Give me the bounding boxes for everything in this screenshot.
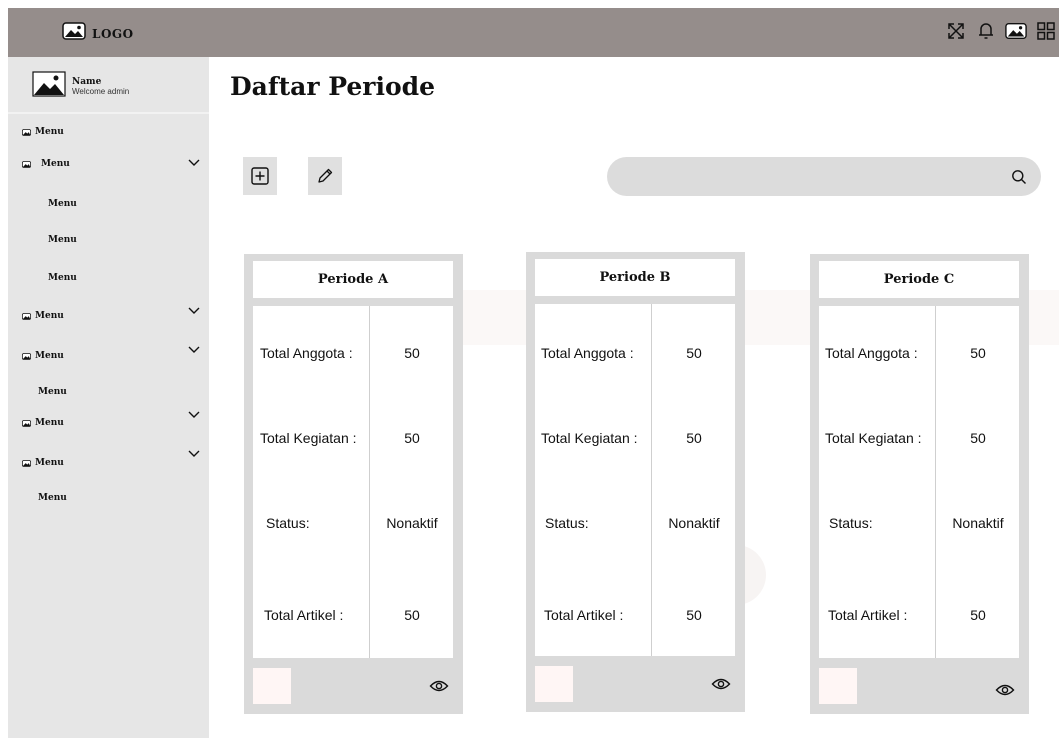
profile-subtitle: Welcome admin [72, 87, 130, 96]
sidebar-item-label: Menu [35, 127, 64, 137]
sidebar-item-label: Menu [35, 311, 64, 321]
chevron-down-icon[interactable] [188, 307, 200, 315]
total-artikel-value: 50 [686, 607, 702, 623]
total-artikel-label: Total Artikel : [544, 607, 624, 623]
page-title: Daftar Periode [230, 72, 436, 101]
card-title: Periode B [535, 259, 735, 296]
status-label: Status: [545, 515, 589, 531]
search-bar[interactable] [607, 157, 1041, 196]
status-label: Status: [266, 515, 310, 531]
sidebar-item-label: Menu [35, 458, 64, 468]
period-card-c: Periode C Total Anggota : 50 Total Kegia… [810, 254, 1029, 714]
column-divider [935, 306, 936, 658]
total-anggota-value: 50 [686, 345, 702, 361]
profile-name: Name [72, 77, 102, 87]
eye-icon[interactable] [711, 676, 731, 692]
top-bar: LOGO [8, 8, 1059, 57]
total-anggota-value: 50 [404, 345, 420, 361]
plus-square-icon [251, 167, 269, 185]
menu-image-icon [22, 419, 31, 427]
total-artikel-label: Total Artikel : [828, 607, 908, 623]
chevron-down-icon[interactable] [188, 346, 200, 354]
top-icons [945, 20, 1057, 42]
search-icon[interactable] [1011, 169, 1027, 185]
sidebar-item-label: Menu [41, 159, 70, 169]
sidebar-item-label: Menu [38, 493, 67, 503]
sidebar-subitem-2[interactable]: Menu [48, 235, 77, 245]
total-anggota-label: Total Anggota : [825, 345, 918, 361]
logo-image-icon [62, 22, 86, 45]
sidebar-item-label: Menu [48, 199, 77, 209]
card-body: Total Anggota : 50 Total Kegiatan : 50 S… [819, 306, 1019, 658]
menu-image-icon [22, 312, 31, 320]
sidebar-item-6[interactable]: Menu [22, 458, 64, 468]
profile-divider [8, 112, 209, 114]
edit-button[interactable] [308, 157, 342, 195]
logo[interactable]: LOGO [62, 22, 134, 45]
card-action-button[interactable] [819, 668, 857, 704]
sidebar-item-label: Menu [35, 418, 64, 428]
chevron-down-icon[interactable] [188, 411, 200, 419]
expand-icon[interactable] [945, 20, 967, 42]
sidebar-item-3[interactable]: Menu [22, 311, 64, 321]
total-kegiatan-value: 50 [404, 430, 420, 446]
menu-image-icon [22, 352, 31, 360]
bell-icon[interactable] [975, 20, 997, 42]
sidebar-item-label: Menu [48, 273, 77, 283]
sidebar-subitem-4[interactable]: Menu [38, 387, 67, 397]
sidebar-subitem-5[interactable]: Menu [38, 493, 67, 503]
status-value: Nonaktif [952, 515, 1004, 531]
grid-icon[interactable] [1035, 20, 1057, 42]
status-label: Status: [829, 515, 873, 531]
eye-icon[interactable] [995, 682, 1015, 698]
sidebar-item-5[interactable]: Menu [22, 418, 64, 428]
sidebar-item-4[interactable]: Menu [22, 351, 64, 361]
period-card-a: Periode A Total Anggota : 50 Total Kegia… [244, 254, 463, 714]
pencil-icon [318, 168, 333, 183]
sidebar: Name Welcome admin Menu Menu Menu Menu M… [8, 57, 209, 738]
profile-text: Name Welcome admin [72, 77, 129, 96]
menu-image-icon [22, 160, 31, 168]
sidebar-subitem-3[interactable]: Menu [48, 273, 77, 283]
sidebar-item-label: Menu [48, 235, 77, 245]
total-anggota-label: Total Anggota : [541, 345, 634, 361]
total-artikel-value: 50 [970, 607, 986, 623]
card-title: Periode C [819, 261, 1019, 298]
column-divider [651, 304, 652, 656]
card-title: Periode A [253, 261, 453, 298]
total-kegiatan-label: Total Kegiatan : [541, 430, 638, 446]
chevron-down-icon[interactable] [188, 450, 200, 458]
total-kegiatan-value: 50 [686, 430, 702, 446]
period-card-b: Periode B Total Anggota : 50 Total Kegia… [526, 252, 745, 712]
total-anggota-value: 50 [970, 345, 986, 361]
total-artikel-value: 50 [404, 607, 420, 623]
logo-text: LOGO [92, 26, 134, 41]
total-artikel-label: Total Artikel : [264, 607, 344, 623]
total-anggota-label: Total Anggota : [260, 345, 353, 361]
total-kegiatan-value: 50 [970, 430, 986, 446]
avatar-image-icon [32, 71, 66, 102]
status-value: Nonaktif [668, 515, 720, 531]
sidebar-subitem-1[interactable]: Menu [48, 199, 77, 209]
sidebar-item-label: Menu [38, 387, 67, 397]
card-body: Total Anggota : 50 Total Kegiatan : 50 S… [535, 304, 735, 656]
profile[interactable]: Name Welcome admin [32, 71, 129, 102]
total-kegiatan-label: Total Kegiatan : [825, 430, 922, 446]
total-kegiatan-label: Total Kegiatan : [260, 430, 357, 446]
search-input[interactable] [629, 165, 989, 188]
chevron-down-icon[interactable] [188, 159, 200, 167]
eye-icon[interactable] [429, 678, 449, 694]
menu-image-icon [22, 459, 31, 467]
image-icon[interactable] [1005, 20, 1027, 42]
sidebar-item-2[interactable]: Menu [22, 159, 70, 169]
menu-image-icon [22, 128, 31, 136]
card-action-button[interactable] [535, 666, 573, 702]
card-action-button[interactable] [253, 668, 291, 704]
column-divider [369, 306, 370, 658]
sidebar-item-label: Menu [35, 351, 64, 361]
card-body: Total Anggota : 50 Total Kegiatan : 50 S… [253, 306, 453, 658]
status-value: Nonaktif [386, 515, 438, 531]
add-button[interactable] [243, 157, 277, 195]
sidebar-item-1[interactable]: Menu [22, 127, 64, 137]
